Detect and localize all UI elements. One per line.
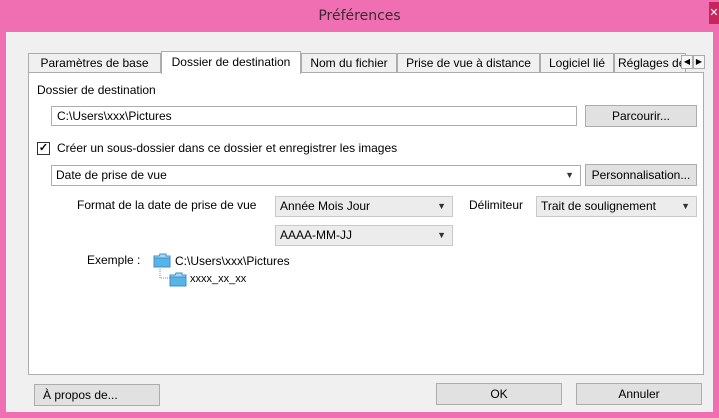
tab-destination-folder[interactable]: Dossier de destination xyxy=(161,51,301,74)
arrow-left-icon: ◀ xyxy=(683,57,691,66)
example-label: Exemple : xyxy=(87,253,141,267)
tab-file-name[interactable]: Nom du fichier xyxy=(301,53,397,73)
destination-path-field[interactable]: C:\Users\xxx\Pictures xyxy=(51,106,577,126)
tab-label: Prise de vue à distance xyxy=(406,56,531,70)
folder-icon xyxy=(169,272,187,287)
subfolder-mode-value: Date de prise de vue xyxy=(56,168,167,182)
close-icon: ✕ xyxy=(709,6,719,19)
tab-remote-shooting[interactable]: Prise de vue à distance xyxy=(397,53,540,73)
window-title: Préférences xyxy=(318,8,401,24)
arrow-right-icon: ▶ xyxy=(695,57,703,66)
date-order-select[interactable]: Année Mois Jour ▼ xyxy=(275,196,453,217)
destination-label: Dossier de destination xyxy=(37,83,156,97)
subfolder-mode-select[interactable]: Date de prise de vue ▼ xyxy=(51,165,581,186)
delimiter-value: Trait de soulignement xyxy=(541,199,656,213)
delimiter-select[interactable]: Trait de soulignement ▼ xyxy=(536,196,697,217)
chevron-down-icon: ▼ xyxy=(437,230,446,240)
browse-button[interactable]: Parcourir... xyxy=(585,105,697,127)
example-root-path: C:\Users\xxx\Pictures xyxy=(175,254,290,268)
tab-label: Logiciel lié xyxy=(548,56,606,70)
folder-icon xyxy=(153,253,171,268)
ok-button[interactable]: OK xyxy=(436,383,562,405)
tab-linked-software[interactable]: Logiciel lié xyxy=(540,53,614,73)
example-sub-folder: xxxx_xx_xx xyxy=(190,273,247,285)
tab-label: Réglages de xyxy=(618,56,686,70)
create-subfolder-label: Créer un sous-dossier dans ce dossier et… xyxy=(57,141,398,155)
chevron-down-icon: ▼ xyxy=(437,201,446,211)
date-pattern-select[interactable]: AAAA-MM-JJ ▼ xyxy=(275,225,453,246)
create-subfolder-checkbox[interactable]: ✓ xyxy=(37,142,50,155)
tab-label: Dossier de destination xyxy=(171,55,291,69)
tab-panel: Dossier de destination C:\Users\xxx\Pict… xyxy=(28,72,704,375)
tab-settings-more[interactable]: Réglages de xyxy=(614,53,686,73)
date-pattern-value: AAAA-MM-JJ xyxy=(280,228,352,242)
checkmark-icon: ✓ xyxy=(38,142,49,154)
chevron-down-icon: ▼ xyxy=(681,201,690,211)
cancel-button[interactable]: Annuler xyxy=(576,383,702,405)
date-order-value: Année Mois Jour xyxy=(280,199,371,213)
close-button[interactable]: ✕ xyxy=(709,2,719,24)
title-bar[interactable]: Préférences ✕ xyxy=(0,0,719,32)
date-format-label: Format de la date de prise de vue xyxy=(77,198,257,212)
customize-button[interactable]: Personnalisation... xyxy=(585,164,697,186)
tab-label: Nom du fichier xyxy=(310,56,388,70)
about-button[interactable]: À propos de... xyxy=(34,384,160,406)
delimiter-label: Délimiteur xyxy=(469,198,524,212)
tab-basic-settings[interactable]: Paramètres de base xyxy=(28,53,161,73)
tab-bar: Paramètres de base Dossier de destinatio… xyxy=(28,51,705,74)
chevron-down-icon: ▼ xyxy=(565,170,574,180)
tab-scroll-right[interactable]: ▶ xyxy=(693,55,705,69)
tab-scroll-left[interactable]: ◀ xyxy=(681,55,693,69)
tab-label: Paramètres de base xyxy=(40,56,149,70)
